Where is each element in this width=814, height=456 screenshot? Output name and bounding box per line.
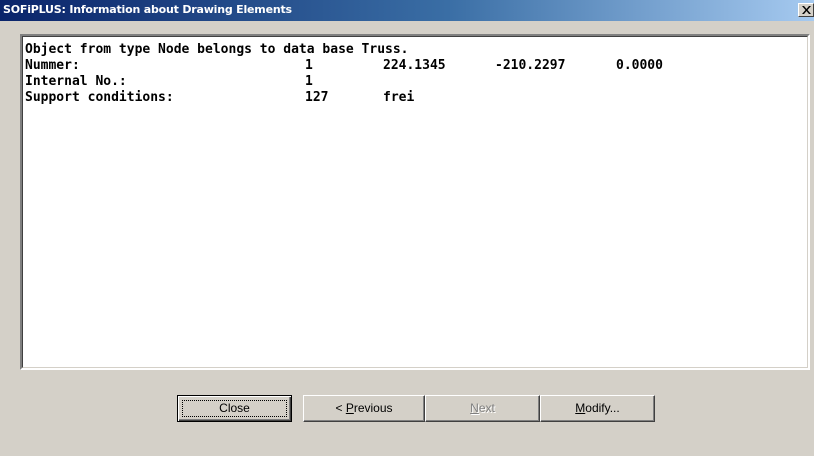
close-button[interactable]: Close (177, 395, 292, 422)
close-icon (802, 6, 811, 14)
number-value: 1 (305, 58, 313, 73)
next-button-label: Next (470, 401, 495, 415)
object-type-text: Object from type Node belongs to data ba… (25, 42, 409, 57)
window-close-button[interactable] (798, 3, 814, 17)
next-button[interactable]: Next (425, 395, 540, 422)
modify-button[interactable]: Modify... (540, 395, 655, 422)
support-conditions-label: Support conditions: (25, 90, 174, 105)
info-dialog: SOFiPLUS: Information about Drawing Elem… (0, 0, 814, 456)
info-text-area[interactable]: Object from type Node belongs to data ba… (20, 34, 810, 370)
number-label: Nummer: (25, 58, 80, 73)
close-button-label: Close (219, 401, 250, 415)
internal-number-label: Internal No.: (25, 74, 127, 89)
info-line-number: Nummer: 1 224.1345 -210.2297 0.0000 (25, 58, 663, 74)
title-bar[interactable]: SOFiPLUS: Information about Drawing Elem… (0, 0, 814, 21)
internal-number-value: 1 (305, 74, 313, 89)
support-conditions-text: frei (383, 90, 415, 105)
coordinate-x-value: 224.1345 (383, 58, 446, 73)
previous-button-label: < Previous (335, 401, 393, 415)
coordinate-y-value: -210.2297 (495, 58, 566, 73)
previous-button[interactable]: < Previous (303, 395, 425, 422)
window-title: SOFiPLUS: Information about Drawing Elem… (3, 3, 292, 16)
support-conditions-code: 127 (305, 90, 329, 105)
info-line-support-conditions: Support conditions: 127 frei (25, 90, 414, 106)
modify-button-label: Modify... (575, 401, 620, 415)
info-text-frame: Object from type Node belongs to data ba… (22, 36, 808, 368)
coordinate-z-value: 0.0000 (616, 58, 663, 73)
info-line-internal-number: Internal No.: 1 (25, 74, 313, 90)
info-line-object-type: Object from type Node belongs to data ba… (25, 42, 409, 58)
